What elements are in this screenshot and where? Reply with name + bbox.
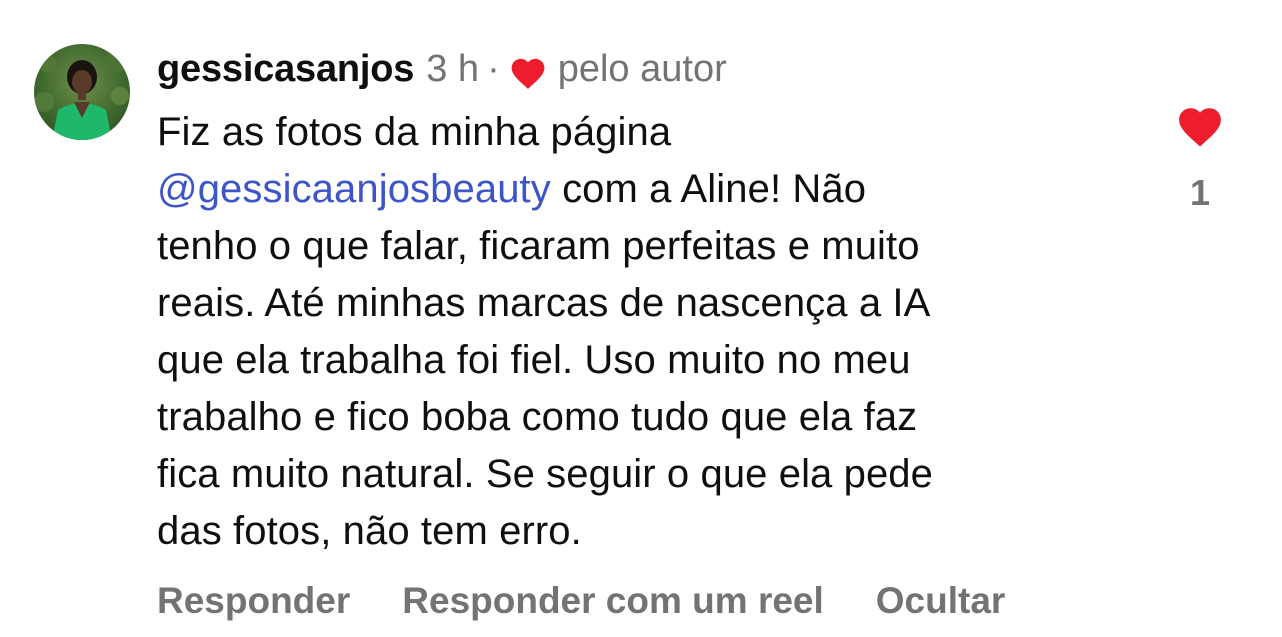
username[interactable]: gessicasanjos xyxy=(157,44,414,94)
reply-button[interactable]: Responder xyxy=(157,580,350,622)
liked-by-author-label: pelo autor xyxy=(557,48,727,90)
like-count[interactable]: 1 xyxy=(1168,172,1232,214)
comment-line: tenho o que falar, ficaram perfeitas e m… xyxy=(157,218,1117,275)
comment-line-text: das fotos, não tem erro. xyxy=(157,509,582,553)
avatar[interactable] xyxy=(34,44,130,140)
comment-line: que ela trabalha foi fiel. Uso muito no … xyxy=(157,332,1117,389)
comment-line-text: tenho o que falar, ficaram perfeitas e m… xyxy=(157,224,920,268)
comment-line: das fotos, não tem erro. xyxy=(157,503,1117,560)
mention-link[interactable]: @gessicaanjosbeauty xyxy=(157,167,551,211)
reply-with-reel-button[interactable]: Responder com um reel xyxy=(402,580,824,622)
comment-time: 3 h xyxy=(426,48,480,90)
comment-line: fica muito natural. Se seguir o que ela … xyxy=(157,446,1117,503)
comment-line: @gessicaanjosbeauty com a Aline! Não xyxy=(157,161,1117,218)
comment: gessicasanjos 3 h · pelo autor Fiz as fo… xyxy=(0,0,1282,637)
comment-line-text: que ela trabalha foi fiel. Uso muito no … xyxy=(157,338,911,382)
like-control: 1 xyxy=(1168,100,1232,230)
comment-line-text: Fiz as fotos da minha página xyxy=(157,110,672,154)
comment-line-text: trabalho e fico boba como tudo que ela f… xyxy=(157,395,918,439)
comment-header: gessicasanjos 3 h · pelo autor xyxy=(157,44,727,94)
comment-line-text: reais. Até minhas marcas de nascença a I… xyxy=(157,281,931,325)
comment-text: Fiz as fotos da minha página @gessicaanj… xyxy=(157,104,1117,560)
meta-separator: · xyxy=(487,48,500,90)
avatar-image xyxy=(34,44,130,140)
heart-filled-icon[interactable] xyxy=(1174,102,1226,148)
comment-line: Fiz as fotos da minha página xyxy=(157,104,1117,161)
comment-line-text: fica muito natural. Se seguir o que ela … xyxy=(157,452,934,496)
comment-line-text: com a Aline! Não xyxy=(550,167,867,211)
heart-icon xyxy=(508,53,548,89)
comment-actions: Responder Responder com um reel Ocultar xyxy=(157,576,1005,626)
comment-line: trabalho e fico boba como tudo que ela f… xyxy=(157,389,1117,446)
hide-button[interactable]: Ocultar xyxy=(876,580,1006,622)
comment-line: reais. Até minhas marcas de nascença a I… xyxy=(157,275,1117,332)
